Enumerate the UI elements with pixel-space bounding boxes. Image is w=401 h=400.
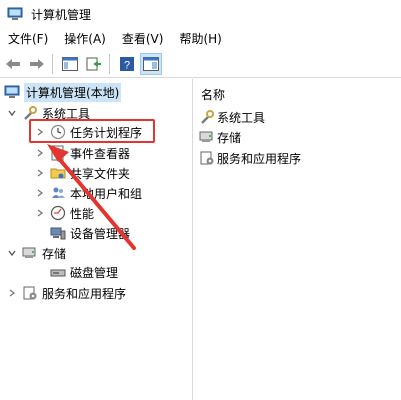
chevron-right-icon[interactable] — [6, 287, 18, 299]
export-list-button[interactable] — [83, 53, 105, 75]
list-item[interactable]: 存储 — [199, 128, 241, 146]
menu-help[interactable]: 帮助(H) — [171, 28, 229, 50]
tree-item-label: 存储 — [42, 246, 67, 261]
tree-item-device-manager[interactable]: 设备管理器 — [50, 223, 130, 243]
tree-item-label: 服务和应用程序 — [42, 286, 127, 301]
list-item-label: 系统工具 — [217, 110, 266, 125]
storage-icon — [199, 129, 215, 145]
tree-item-shared-folders[interactable]: 共享文件夹 — [34, 163, 130, 183]
help-icon: ? — [120, 56, 134, 71]
list-item-label: 存储 — [217, 130, 242, 145]
event-log-icon — [50, 145, 66, 161]
chevron-right-icon[interactable] — [34, 147, 46, 159]
tree-item-label: 事件查看器 — [70, 146, 131, 161]
back-arrow-icon — [6, 58, 20, 69]
column-header-name[interactable]: 名称 — [201, 86, 225, 103]
chevron-down-icon[interactable] — [6, 107, 18, 119]
window-title: 计算机管理 — [31, 7, 92, 22]
forward-arrow-icon — [30, 58, 44, 69]
chevron-right-icon[interactable] — [34, 207, 46, 219]
chevron-down-icon[interactable] — [6, 247, 18, 259]
toolbar-separator — [52, 53, 53, 74]
users-icon — [50, 185, 66, 201]
tree-item-performance[interactable]: 性能 — [34, 203, 94, 223]
title-bar: 计算机管理 — [0, 0, 401, 28]
disk-icon — [50, 264, 66, 280]
export-list-icon — [86, 57, 101, 70]
list-item[interactable]: 服务和应用程序 — [199, 149, 301, 167]
tree-item-label: 本地用户和组 — [70, 186, 143, 201]
console-tree-icon — [62, 56, 78, 71]
tree-item-computer-management[interactable]: 计算机管理(本地) — [4, 82, 122, 102]
tree-item-services[interactable]: 服务和应用程序 — [6, 283, 126, 303]
tree-item-label: 计算机管理(本地) — [24, 82, 122, 102]
menu-file[interactable]: 文件(F) — [0, 28, 56, 50]
toolbar: ? — [0, 50, 401, 78]
tools-icon — [199, 109, 215, 125]
tree-item-storage[interactable]: 存储 — [6, 243, 66, 263]
show-action-pane-button[interactable] — [140, 52, 162, 75]
tree-item-label: 磁盘管理 — [70, 265, 119, 280]
menu-view[interactable]: 查看(V) — [114, 28, 172, 50]
tree-item-disk-management[interactable]: 磁盘管理 — [50, 262, 118, 282]
services-icon — [22, 285, 38, 301]
chevron-right-icon[interactable] — [34, 167, 46, 179]
computer-management-icon — [7, 7, 23, 20]
show-hide-tree-button[interactable] — [59, 53, 81, 75]
back-button[interactable] — [2, 53, 24, 75]
action-pane-icon — [143, 56, 159, 71]
device-manager-icon — [50, 225, 66, 241]
tree-item-local-users[interactable]: 本地用户和组 — [34, 183, 142, 203]
list-item-label: 服务和应用程序 — [217, 151, 302, 166]
storage-icon — [22, 245, 38, 261]
tree-item-label: 性能 — [70, 206, 95, 221]
menu-action[interactable]: 操作(A) — [56, 28, 114, 50]
help-button[interactable]: ? — [116, 53, 138, 75]
tree-item-label: 设备管理器 — [70, 226, 131, 241]
list-item[interactable]: 系统工具 — [199, 108, 265, 126]
forward-button[interactable] — [26, 53, 48, 75]
computer-management-icon — [4, 84, 20, 100]
svg-text:?: ? — [124, 59, 130, 71]
tree-item-event-viewer[interactable]: 事件查看器 — [34, 143, 130, 163]
services-icon — [199, 150, 215, 166]
performance-icon — [50, 205, 66, 221]
highlight-box — [29, 119, 155, 143]
toolbar-separator — [109, 53, 110, 74]
tree-item-label: 共享文件夹 — [70, 166, 131, 181]
shared-folder-icon — [50, 165, 66, 181]
menu-bar: 文件(F) 操作(A) 查看(V) 帮助(H) — [0, 28, 401, 50]
chevron-right-icon[interactable] — [34, 187, 46, 199]
